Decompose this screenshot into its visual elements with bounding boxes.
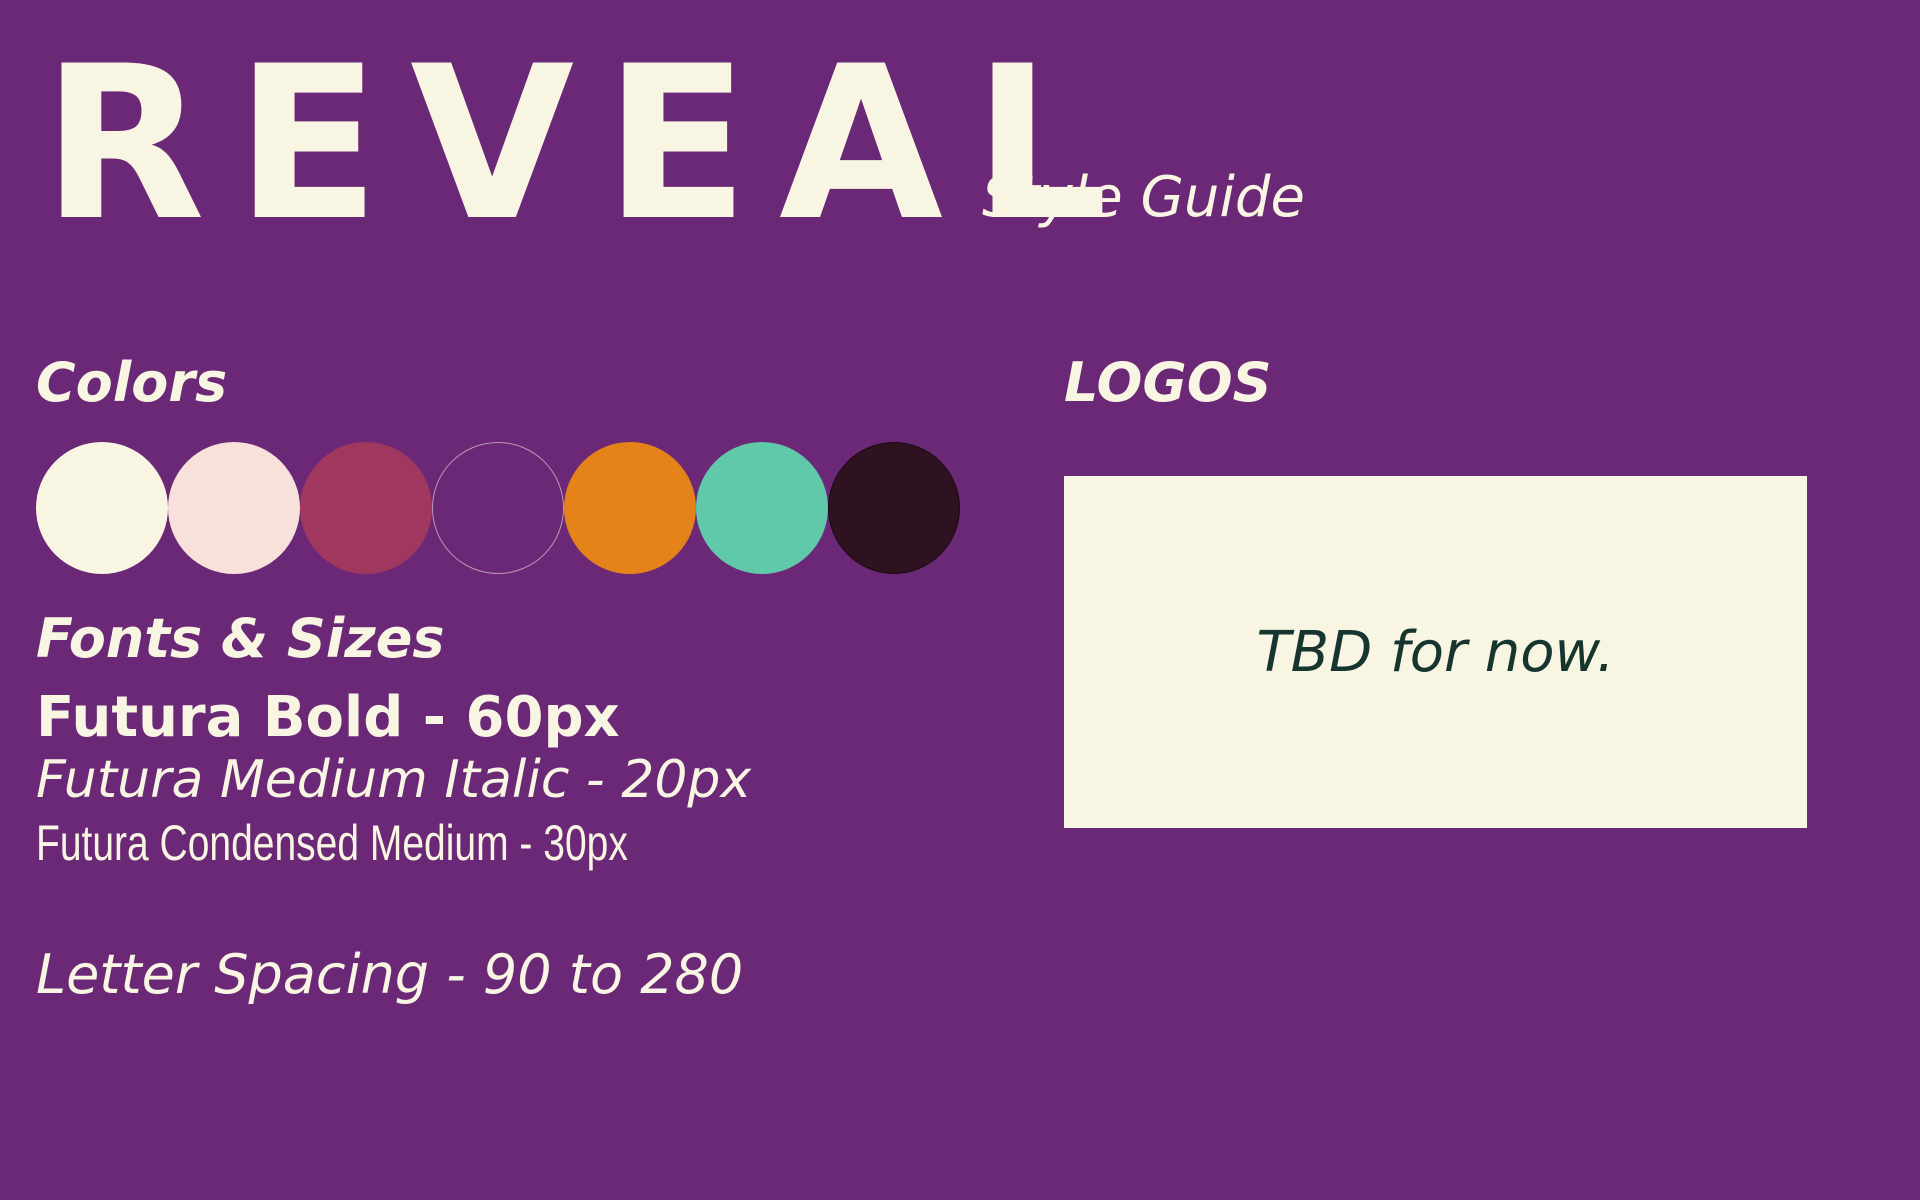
font-sample-condensed: Futura Condensed Medium - 30px xyxy=(36,815,628,871)
fonts-heading: Fonts & Sizes xyxy=(36,607,445,670)
font-sample-bold: Futura Bold - 60px xyxy=(36,685,620,750)
color-swatch-dark-plum xyxy=(828,442,960,574)
logos-heading: LOGOS xyxy=(1064,351,1272,414)
color-swatch-cream xyxy=(36,442,168,574)
colors-heading: Colors xyxy=(36,351,228,414)
color-swatch-mint xyxy=(696,442,828,574)
logo-placeholder-text: TBD for now. xyxy=(1256,619,1615,685)
font-sample-medium-italic: Futura Medium Italic - 20px xyxy=(36,750,752,810)
letter-spacing-note: Letter Spacing - 90 to 280 xyxy=(36,943,744,1006)
color-swatch-purple xyxy=(432,442,564,574)
color-swatch-row xyxy=(36,442,960,576)
color-swatch-orange xyxy=(564,442,696,574)
logo-placeholder-box: TBD for now. xyxy=(1064,476,1807,828)
brand-title: REVEAL xyxy=(42,20,1139,267)
color-swatch-raspberry xyxy=(300,442,432,574)
style-guide-subtitle: Style Guide xyxy=(982,165,1305,230)
color-swatch-blush xyxy=(168,442,300,574)
